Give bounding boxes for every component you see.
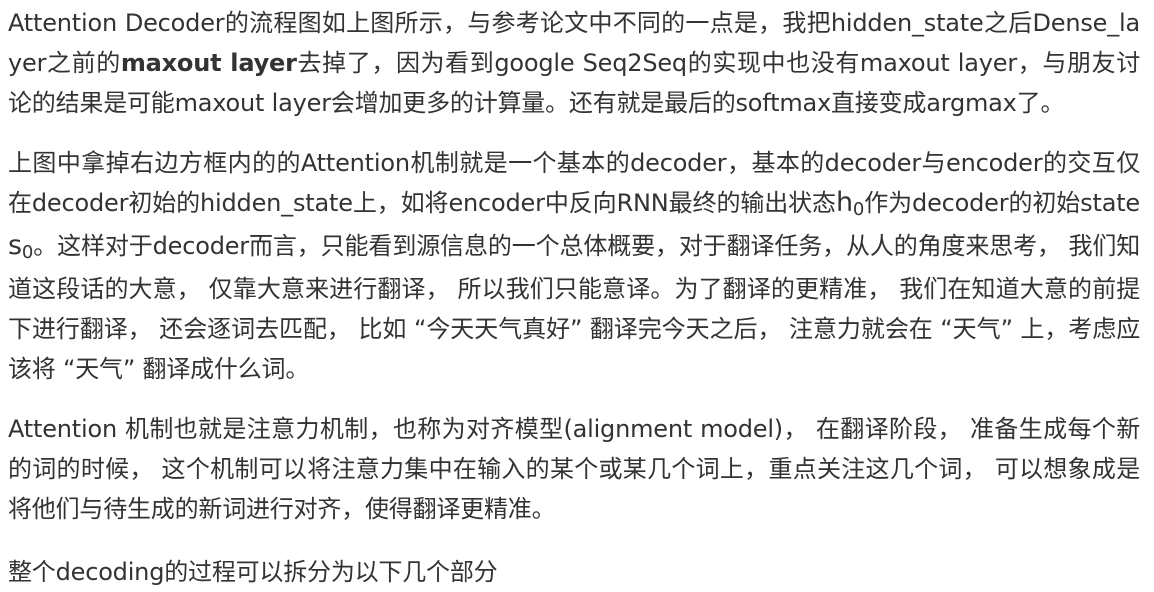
math-variable-h: h bbox=[835, 187, 853, 218]
bold-text-maxout-layer: maxout layer bbox=[120, 49, 297, 77]
paragraph-attention-mechanism: Attention 机制也就是注意力机制，也称为对齐模型(alignment m… bbox=[8, 409, 1140, 529]
paragraph-decoding-process: 整个decoding的过程可以拆分为以下几个部分 bbox=[8, 552, 1140, 592]
paragraph-text: 。这样对于decoder而言，只能看到源信息的一个总体概要，对于翻译任务，从人的… bbox=[8, 232, 1140, 383]
paragraph-text: 整个decoding的过程可以拆分为以下几个部分 bbox=[8, 558, 498, 586]
article-body: Attention Decoder的流程图如上图所示，与参考论文中不同的一点是，… bbox=[8, 0, 1140, 592]
math-s0: s0 bbox=[8, 230, 34, 263]
math-variable-s: s bbox=[8, 230, 22, 261]
math-subscript-0: 0 bbox=[852, 199, 865, 220]
paragraph-text: 作为decoder的初始state bbox=[864, 189, 1140, 217]
math-h0: h0 bbox=[835, 187, 865, 220]
math-subscript-0: 0 bbox=[21, 242, 34, 263]
paragraph-attention-decoder-intro: Attention Decoder的流程图如上图所示，与参考论文中不同的一点是，… bbox=[8, 3, 1140, 123]
paragraph-text: Attention 机制也就是注意力机制，也称为对齐模型(alignment m… bbox=[8, 415, 1140, 523]
paragraph-basic-decoder: 上图中拿掉右边方框内的的Attention机制就是一个基本的decoder，基本… bbox=[8, 143, 1140, 389]
